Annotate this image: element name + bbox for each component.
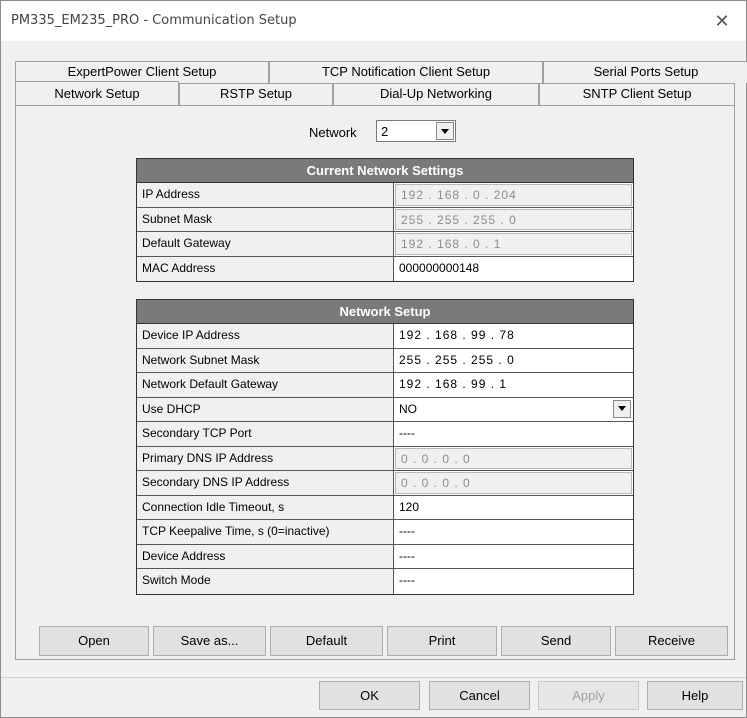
row-label: Default Gateway [137, 232, 394, 256]
grid-row-device-address: Device Address ---- [137, 544, 633, 569]
tab-label: Network Setup [54, 86, 140, 101]
tab-tcp-notification-client-setup[interactable]: TCP Notification Client Setup [269, 61, 543, 83]
tab-label: TCP Notification Client Setup [321, 64, 491, 79]
connection-idle-timeout-field[interactable]: 120 [394, 495, 633, 519]
grid-row-tcp-keepalive: TCP Keepalive Time, s (0=inactive) ---- [137, 520, 633, 545]
network-select[interactable]: 2 [376, 120, 456, 142]
use-dhcp-dropdown-button[interactable] [613, 399, 631, 418]
tab-serial-ports-setup[interactable]: Serial Ports Setup [543, 61, 747, 83]
button-label: Receive [648, 633, 695, 648]
tab-row-front: Network Setup RSTP Setup Dial-Up Network… [15, 81, 747, 105]
default-gateway-value: 192 . 168 . 0 . 1 [395, 233, 632, 255]
device-ip-address-field[interactable]: 192 . 168 . 99 . 78 [394, 324, 633, 348]
row-label: MAC Address [137, 256, 394, 281]
grid-header: Network Setup [137, 300, 633, 324]
row-label: Device Address [137, 544, 394, 568]
row-label: TCP Keepalive Time, s (0=inactive) [137, 520, 394, 544]
button-label: Save as... [180, 633, 239, 648]
tab-expertpower-client-setup[interactable]: ExpertPower Client Setup [15, 61, 269, 83]
button-label: Default [305, 633, 348, 648]
grid-row-subnet-mask: Subnet Mask 255 . 255 . 255 . 0 [137, 207, 633, 232]
tab-network-setup[interactable]: Network Setup [15, 81, 179, 105]
communication-setup-window: PM335_EM235_PRO - Communication Setup ✕ … [0, 0, 747, 718]
cancel-button[interactable]: Cancel [429, 681, 530, 710]
row-label: Switch Mode [137, 569, 394, 594]
open-button[interactable]: Open [39, 626, 149, 656]
grid-row-switch-mode: Switch Mode ---- [137, 569, 633, 594]
tab-label: Dial-Up Networking [380, 86, 492, 101]
tab-row-back: ExpertPower Client Setup TCP Notificatio… [15, 61, 747, 83]
button-label: Print [428, 633, 456, 648]
device-address-field[interactable]: ---- [394, 544, 633, 568]
print-button[interactable]: Print [387, 626, 497, 656]
use-dhcp-value: NO [399, 401, 417, 416]
tab-label: ExpertPower Client Setup [67, 64, 217, 79]
ok-button[interactable]: OK [319, 681, 420, 710]
help-button[interactable]: Help [647, 681, 743, 710]
row-label: Device IP Address [137, 324, 394, 348]
tab-rstp-setup[interactable]: RSTP Setup [179, 83, 333, 105]
button-label: Open [78, 633, 110, 648]
row-label: Network Default Gateway [137, 373, 394, 397]
tab-label: Serial Ports Setup [593, 64, 699, 79]
network-default-gateway-field[interactable]: 192 . 168 . 99 . 1 [394, 373, 633, 397]
grid-row-use-dhcp: Use DHCP NO [137, 397, 633, 422]
row-label: Subnet Mask [137, 207, 394, 231]
row-label: Secondary DNS IP Address [137, 471, 394, 495]
chevron-down-icon [441, 128, 449, 134]
ip-address-value: 192 . 168 . 0 . 204 [395, 184, 632, 206]
tab-dial-up-networking[interactable]: Dial-Up Networking [333, 83, 539, 105]
grid-row-default-gateway: Default Gateway 192 . 168 . 0 . 1 [137, 232, 633, 257]
row-label: Primary DNS IP Address [137, 446, 394, 470]
network-dropdown-button[interactable] [436, 122, 454, 140]
save-as-button[interactable]: Save as... [153, 626, 266, 656]
row-label: IP Address [137, 183, 394, 207]
button-label: Cancel [459, 688, 500, 703]
row-label: Connection Idle Timeout, s [137, 495, 394, 519]
grid-row-secondary-dns: Secondary DNS IP Address 0 . 0 . 0 . 0 [137, 471, 633, 496]
network-label: Network [309, 125, 357, 140]
tab-label: SNTP Client Setup [582, 86, 692, 101]
grid-row-ip-address: IP Address 192 . 168 . 0 . 204 [137, 183, 633, 208]
grid-row-connection-idle-timeout: Connection Idle Timeout, s 120 [137, 495, 633, 520]
grid-row-secondary-tcp-port: Secondary TCP Port ---- [137, 422, 633, 447]
network-select-value: 2 [381, 124, 389, 139]
tab-sntp-client-setup[interactable]: SNTP Client Setup [539, 83, 735, 105]
chevron-down-icon [618, 406, 626, 411]
mac-address-value: 000000000148 [394, 256, 633, 281]
button-label: Apply [572, 688, 605, 703]
close-icon: ✕ [714, 10, 730, 31]
grid-row-mac-address: MAC Address 000000000148 [137, 256, 633, 281]
title-bar: PM335_EM235_PRO - Communication Setup ✕ [1, 1, 746, 41]
close-button[interactable]: ✕ [700, 1, 744, 41]
send-button[interactable]: Send [501, 626, 611, 656]
grid-header: Current Network Settings [137, 159, 633, 183]
network-setup-grid: Network Setup Device IP Address 192 . 16… [136, 299, 634, 595]
secondary-dns-field: 0 . 0 . 0 . 0 [395, 472, 632, 494]
default-button[interactable]: Default [270, 626, 383, 656]
row-label: Use DHCP [137, 397, 394, 421]
current-network-settings-grid: Current Network Settings IP Address 192 … [136, 158, 634, 282]
row-label: Secondary TCP Port [137, 422, 394, 446]
tab-label: RSTP Setup [219, 86, 293, 101]
switch-mode-field[interactable]: ---- [394, 569, 633, 594]
use-dhcp-select[interactable]: NO [394, 397, 633, 421]
divider [1, 677, 746, 678]
network-subnet-mask-field[interactable]: 255 . 255 . 255 . 0 [394, 348, 633, 372]
grid-row-primary-dns: Primary DNS IP Address 0 . 0 . 0 . 0 [137, 446, 633, 471]
apply-button[interactable]: Apply [538, 681, 639, 710]
button-label: Help [681, 688, 709, 703]
receive-button[interactable]: Receive [615, 626, 728, 656]
grid-row-device-ip-address: Device IP Address 192 . 168 . 99 . 78 [137, 324, 633, 349]
row-label: Network Subnet Mask [137, 348, 394, 372]
secondary-tcp-port-field[interactable]: ---- [394, 422, 633, 446]
button-label: Send [540, 633, 572, 648]
primary-dns-field: 0 . 0 . 0 . 0 [395, 447, 632, 469]
grid-row-network-subnet-mask: Network Subnet Mask 255 . 255 . 255 . 0 [137, 348, 633, 373]
grid-row-network-default-gateway: Network Default Gateway 192 . 168 . 99 .… [137, 373, 633, 398]
window-title: PM335_EM235_PRO - Communication Setup [11, 13, 297, 28]
subnet-mask-value: 255 . 255 . 255 . 0 [395, 208, 632, 230]
tcp-keepalive-field[interactable]: ---- [394, 520, 633, 544]
button-label: OK [360, 688, 379, 703]
